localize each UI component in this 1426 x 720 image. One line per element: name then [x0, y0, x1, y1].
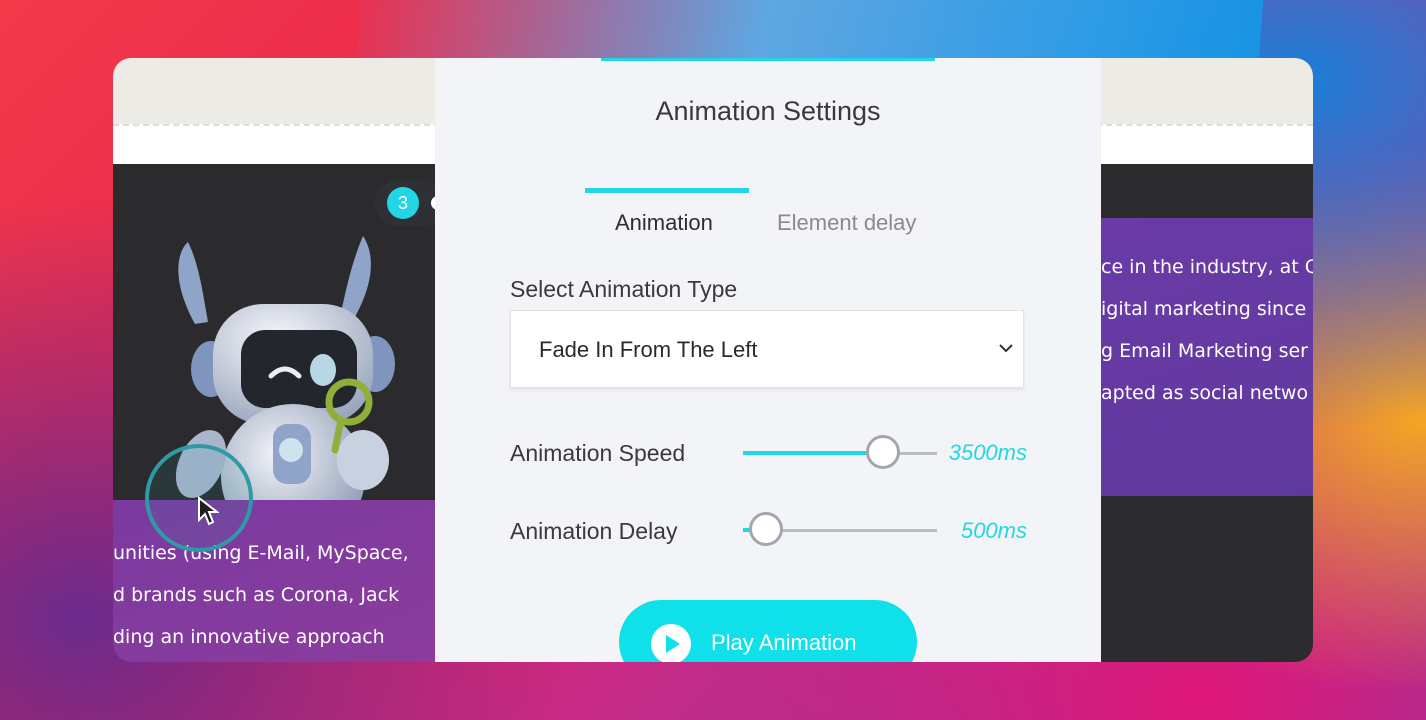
- dialog-accent-line: [601, 58, 935, 61]
- mouse-cursor-icon: [198, 496, 219, 526]
- animation-type-value: Fade In From The Left: [539, 337, 758, 362]
- animation-type-label: Select Animation Type: [510, 276, 738, 302]
- play-animation-button[interactable]: Play Animation: [619, 600, 917, 662]
- right-text-line: ce in the industry, at C: [1101, 256, 1313, 278]
- animation-speed-slider[interactable]: [743, 434, 937, 474]
- settings-tabs: Animation Element delay: [585, 188, 945, 238]
- left-text-line: d brands such as Corona, Jack: [113, 584, 400, 606]
- step-badge[interactable]: 3: [375, 180, 435, 226]
- animation-speed-label: Animation Speed: [510, 440, 686, 466]
- slider-thumb[interactable]: [749, 512, 783, 546]
- animation-delay-slider[interactable]: [743, 511, 937, 551]
- robot-illustration: 3: [113, 164, 435, 548]
- app-window: 3 unities (using E-Mail, MySpace, d bran…: [113, 58, 1313, 662]
- animation-delay-value: 500ms: [960, 518, 1027, 543]
- chevron-down-icon: [999, 344, 1013, 353]
- left-text-line: ding an innovative approach: [113, 626, 385, 648]
- slider-fill: [743, 451, 883, 455]
- left-content-card: 3 unities (using E-Mail, MySpace, d bran…: [113, 164, 435, 662]
- slider-thumb[interactable]: [866, 435, 900, 469]
- animation-type-select[interactable]: Fade In From The Left: [510, 310, 1024, 388]
- animation-settings-dialog: Animation Settings Animation Element del…: [435, 58, 1101, 662]
- right-text-line: igital marketing since: [1101, 298, 1307, 320]
- left-text-line: unities (using E-Mail, MySpace,: [113, 542, 409, 564]
- animation-speed-value: 3500ms: [948, 440, 1027, 465]
- right-text-line: apted as social netwo: [1101, 382, 1309, 404]
- play-icon: [651, 624, 691, 662]
- play-animation-label: Play Animation: [711, 630, 857, 655]
- tab-animation[interactable]: Animation: [615, 210, 713, 236]
- step-badge-number: 3: [387, 187, 419, 219]
- animation-delay-label: Animation Delay: [510, 518, 678, 544]
- tab-element-delay[interactable]: Element delay: [777, 210, 916, 236]
- right-content-card: ce in the industry, at C igital marketin…: [1101, 218, 1313, 496]
- right-text-line: g Email Marketing ser: [1101, 340, 1308, 362]
- dialog-title: Animation Settings: [655, 96, 881, 126]
- active-tab-indicator: [585, 188, 749, 193]
